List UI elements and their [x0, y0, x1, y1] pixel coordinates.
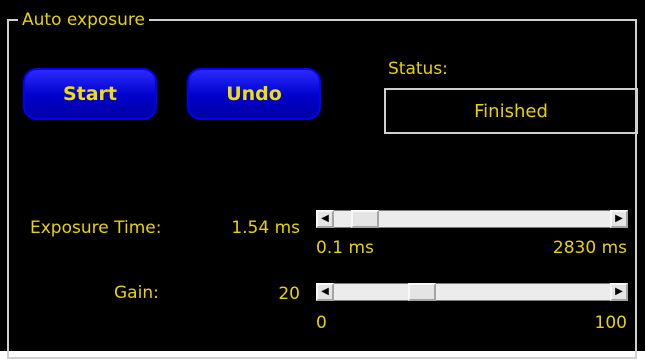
gain-label: Gain:: [114, 283, 159, 303]
exposure-time-slider[interactable]: ◀ ▶: [316, 210, 628, 228]
auto-exposure-panel: Auto exposure Start Undo Status: Finishe…: [0, 0, 645, 359]
exposure-time-value: 1.54 ms: [231, 218, 300, 238]
status-value: Finished: [474, 100, 548, 122]
status-value-box: Finished: [384, 88, 638, 134]
gain-slider[interactable]: ◀ ▶: [316, 283, 628, 301]
gain-slider-thumb[interactable]: [408, 283, 436, 301]
exposure-max-label: 2830 ms: [552, 238, 627, 258]
left-arrow-icon[interactable]: ◀: [316, 283, 334, 301]
gain-slider-track[interactable]: [316, 283, 628, 301]
status-label: Status:: [388, 59, 448, 79]
gain-max-label: 100: [594, 313, 627, 333]
exposure-min-label: 0.1 ms: [316, 238, 374, 258]
right-arrow-icon[interactable]: ▶: [610, 283, 628, 301]
undo-button[interactable]: Undo: [187, 68, 321, 120]
group-box-title: Auto exposure: [18, 10, 149, 30]
left-arrow-icon[interactable]: ◀: [316, 210, 334, 228]
gain-min-label: 0: [316, 313, 327, 333]
exposure-time-label: Exposure Time:: [30, 218, 162, 238]
exposure-slider-thumb[interactable]: [351, 210, 379, 228]
right-arrow-icon[interactable]: ▶: [610, 210, 628, 228]
gain-value: 20: [278, 284, 300, 304]
start-button[interactable]: Start: [23, 68, 157, 120]
